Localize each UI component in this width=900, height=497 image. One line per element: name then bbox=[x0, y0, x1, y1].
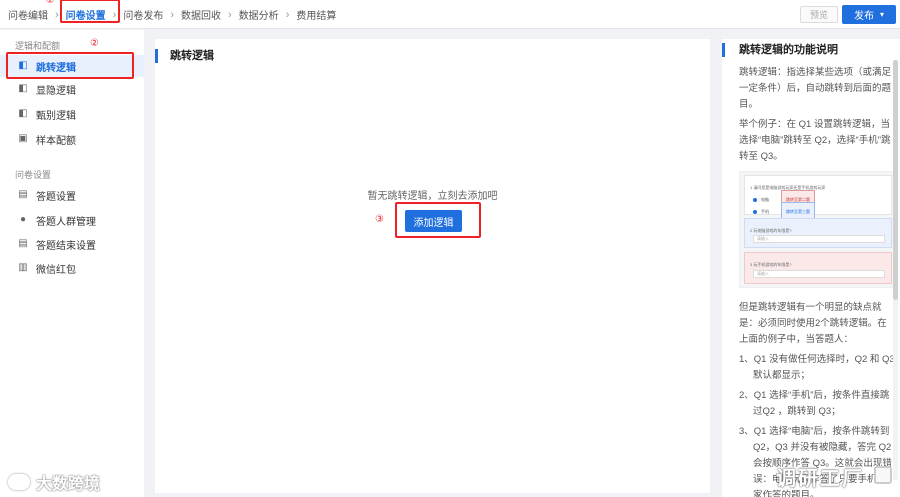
annotation-three: ③ bbox=[375, 214, 384, 225]
empty-state-text: 暂无跳转逻辑，立刻去添加吧 bbox=[367, 191, 498, 202]
screening-logic-icon: ◧ bbox=[18, 108, 28, 119]
sidebar-item-label: 甄别逻辑 bbox=[36, 110, 76, 122]
chevron-right-icon: › bbox=[285, 8, 290, 21]
finish-settings-icon: ▤ bbox=[18, 238, 28, 249]
help-paragraph: 举个例子：在 Q1 设置跳转逻辑，当选择“电脑”跳转至 Q2，选择“手机”跳转至… bbox=[739, 119, 891, 162]
radio-icon bbox=[753, 210, 757, 214]
example-question-3: 3 玩手机游戏的年限是? 请输入 bbox=[744, 252, 892, 284]
sidebar-item-label: 答题设置 bbox=[36, 191, 76, 203]
corner-widget-icon[interactable] bbox=[874, 466, 892, 484]
scrollbar-thumb[interactable] bbox=[893, 60, 898, 300]
red-packet-icon: ▥ bbox=[18, 262, 28, 273]
page-title: 跳转逻辑 bbox=[155, 49, 214, 63]
annotation-two: ② bbox=[90, 38, 99, 49]
crumb-analysis[interactable]: 数据分析 bbox=[239, 7, 279, 22]
help-panel: 跳转逻辑的功能说明 跳转逻辑：指选择某些选项（或满足一定条件）后，自动跳转到后面… bbox=[722, 39, 900, 497]
example-question-1: 1 请问您是电脑游戏玩家还是手机游戏玩家 电脑 跳转至第二题 手机 跳转至第三题 bbox=[744, 175, 892, 222]
list-item: 2、Q1 选择“手机”后，按条件直接跳过Q2 ，跳转到 Q3； bbox=[739, 390, 890, 417]
watermark-text: 大数跨境 bbox=[36, 476, 101, 493]
sidebar-item-label: 微信红包 bbox=[36, 264, 76, 276]
watermark-left: 大数跨境 bbox=[8, 470, 100, 494]
help-body: 跳转逻辑：指选择某些选项（或满足一定条件）后，自动跳转到后面的题目。 举个例子：… bbox=[739, 65, 895, 497]
example-input: 请输入 bbox=[753, 270, 885, 278]
crumb-settings-wrap: ① 问卷设置 bbox=[46, 0, 120, 23]
crumb-publish[interactable]: 问卷发布 bbox=[123, 7, 163, 22]
chevron-right-icon: › bbox=[228, 8, 232, 21]
sidebar: 逻辑和配额 ② ◧ 跳转逻辑 ◧ 显隐逻辑 ◧ 甄别逻辑 ▣ 样本配额 问卷设置… bbox=[0, 30, 144, 497]
add-logic-button[interactable]: 添加逻辑 bbox=[405, 210, 462, 232]
sidebar-item-label: 显隐逻辑 bbox=[36, 85, 76, 97]
answer-settings-icon: ▤ bbox=[18, 189, 28, 200]
sidebar-item-label: 样本配额 bbox=[36, 135, 76, 147]
watermark-logo-icon bbox=[8, 474, 30, 490]
list-item: 1、Q1 没有做任何选择时，Q2 和 Q3默认都显示； bbox=[739, 354, 895, 381]
sidebar-item-label: 答题人群管理 bbox=[36, 216, 96, 228]
crumb-billing[interactable]: 费用结算 bbox=[296, 7, 336, 22]
sidebar-item-answer-settings[interactable]: ▤ 答题设置 bbox=[0, 184, 144, 206]
highlight-box bbox=[6, 52, 134, 79]
help-paragraph: 但是跳转逻辑有一个明显的缺点就是：必须同时使用2个跳转逻辑。在上面的例子中，当答… bbox=[739, 302, 887, 345]
watermark-right: 调研工厂 bbox=[776, 468, 864, 490]
annotation-one: ① bbox=[45, 0, 55, 6]
main-panel: 跳转逻辑 暂无跳转逻辑，立刻去添加吧 ③ 添加逻辑 bbox=[155, 39, 710, 493]
publish-button[interactable]: 发布 ▾ bbox=[842, 5, 896, 24]
help-title: 跳转逻辑的功能说明 bbox=[722, 43, 838, 57]
sidebar-item-visibility-logic[interactable]: ◧ 显隐逻辑 bbox=[0, 78, 144, 100]
sidebar-item-respondents[interactable]: ● 答题人群管理 bbox=[0, 209, 144, 231]
sidebar-item-finish-settings[interactable]: ▤ 答题结束设置 bbox=[0, 233, 144, 255]
crumb-collect[interactable]: 数据回收 bbox=[181, 7, 221, 22]
sidebar-item-red-packet[interactable]: ▥ 微信红包 bbox=[0, 257, 144, 279]
chevron-down-icon: ▾ bbox=[879, 10, 884, 19]
visibility-logic-icon: ◧ bbox=[18, 83, 28, 94]
chevron-right-icon: › bbox=[55, 8, 59, 21]
sidebar-item-quota[interactable]: ▣ 样本配额 bbox=[0, 128, 144, 150]
quota-icon: ▣ bbox=[18, 133, 28, 144]
help-paragraph: 跳转逻辑：指选择某些选项（或满足一定条件）后，自动跳转到后面的题目。 bbox=[739, 67, 892, 110]
top-bar: 问卷编辑 › ① 问卷设置 › 问卷发布 › 数据回收 › 数据分析 › 费用结… bbox=[0, 0, 900, 29]
chevron-right-icon: › bbox=[170, 8, 175, 21]
crumb-edit[interactable]: 问卷编辑 bbox=[8, 7, 48, 22]
highlight-box bbox=[59, 0, 120, 23]
respondent-icon: ● bbox=[19, 214, 27, 225]
example-illustration: 1 请问您是电脑游戏玩家还是手机游戏玩家 电脑 跳转至第二题 手机 跳转至第三题… bbox=[739, 171, 895, 288]
sidebar-group-settings: 问卷设置 bbox=[15, 170, 52, 180]
sidebar-group-logic: 逻辑和配额 bbox=[15, 41, 61, 51]
preview-button[interactable]: 预览 bbox=[800, 6, 838, 23]
publish-label: 发布 bbox=[853, 11, 874, 22]
example-question-2: 2 玩电脑游戏的年限是? 请输入 bbox=[744, 218, 892, 248]
sidebar-item-label: 答题结束设置 bbox=[36, 240, 96, 252]
sidebar-item-screening-logic[interactable]: ◧ 甄别逻辑 bbox=[0, 103, 144, 125]
example-input: 请输入 bbox=[753, 235, 885, 243]
breadcrumb: 问卷编辑 › ① 问卷设置 › 问卷发布 › 数据回收 › 数据分析 › 费用结… bbox=[0, 0, 336, 29]
